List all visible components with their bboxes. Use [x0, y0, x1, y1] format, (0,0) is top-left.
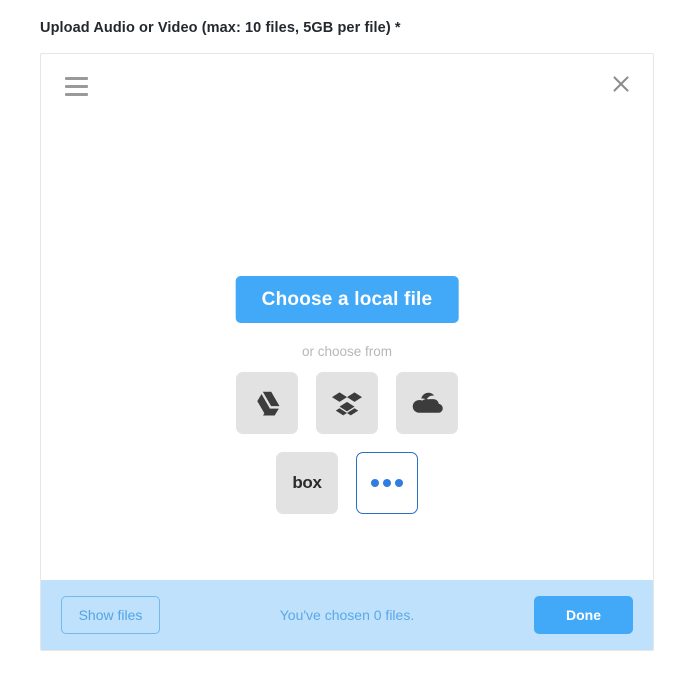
- chosen-files-status: You've chosen 0 files.: [279, 607, 415, 623]
- source-tile-onedrive[interactable]: [396, 372, 458, 434]
- menu-bar-3: [64, 92, 88, 96]
- or-choose-from-label: or choose from: [301, 344, 393, 359]
- source-row-primary: [41, 372, 653, 434]
- hamburger-menu-icon[interactable]: [59, 70, 93, 102]
- dot-3: [395, 479, 403, 487]
- file-picker-panel: Choose a local file or choose from box S…: [40, 53, 654, 651]
- source-row-secondary: box: [41, 452, 653, 514]
- field-label: Upload Audio or Video (max: 10 files, 5G…: [40, 20, 401, 36]
- more-dots-icon: [371, 479, 403, 487]
- source-tile-box[interactable]: box: [276, 452, 338, 514]
- dot-2: [383, 479, 391, 487]
- dot-1: [371, 479, 379, 487]
- google-drive-icon: [252, 388, 282, 418]
- choose-local-file-button[interactable]: Choose a local file: [235, 276, 459, 323]
- menu-bar-1: [64, 76, 88, 80]
- picker-topbar: [41, 54, 653, 116]
- source-tile-googledrive[interactable]: [236, 372, 298, 434]
- source-tile-more[interactable]: [356, 452, 418, 514]
- upload-page: Upload Audio or Video (max: 10 files, 5G…: [0, 0, 694, 673]
- close-icon[interactable]: [605, 68, 637, 100]
- source-tile-dropbox[interactable]: [316, 372, 378, 434]
- picker-footer: Show files You've chosen 0 files. Done: [41, 580, 653, 650]
- done-button[interactable]: Done: [534, 596, 633, 634]
- box-icon: box: [292, 473, 322, 492]
- onedrive-icon: [411, 387, 443, 419]
- dropbox-icon: [332, 388, 362, 418]
- show-files-button[interactable]: Show files: [61, 596, 160, 634]
- menu-bar-2: [64, 84, 88, 88]
- picker-body: Choose a local file or choose from box: [41, 116, 653, 582]
